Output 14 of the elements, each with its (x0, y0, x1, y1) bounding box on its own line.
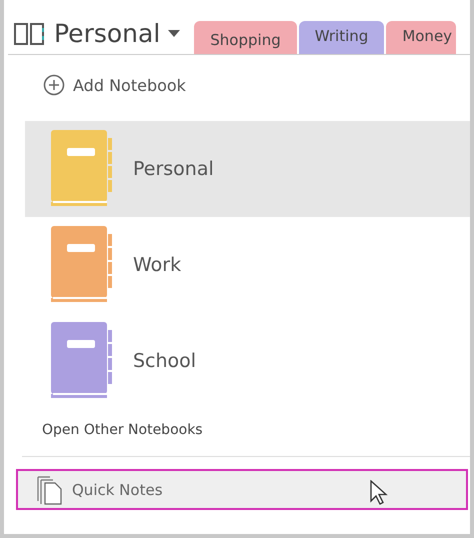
mouse-pointer-icon (370, 480, 388, 506)
plus-circle-icon (43, 74, 65, 96)
section-tab[interactable]: Writing (298, 21, 384, 54)
quick-notes-button[interactable]: Quick Notes (16, 469, 468, 510)
notebook-item[interactable]: School (25, 313, 470, 409)
dropdown-caret-icon (168, 30, 180, 38)
section-tab[interactable]: Money (386, 21, 456, 54)
open-other-notebooks-link[interactable]: Open Other Notebooks (42, 422, 203, 438)
add-notebook-button[interactable]: Add Notebook (43, 74, 186, 96)
section-tab[interactable]: Shopping (194, 21, 297, 54)
notebook-item[interactable]: Work (25, 217, 470, 313)
notebook-item[interactable]: Personal (25, 121, 470, 217)
notebook-picker[interactable]: Personal (8, 19, 194, 54)
pages-icon (36, 474, 64, 504)
